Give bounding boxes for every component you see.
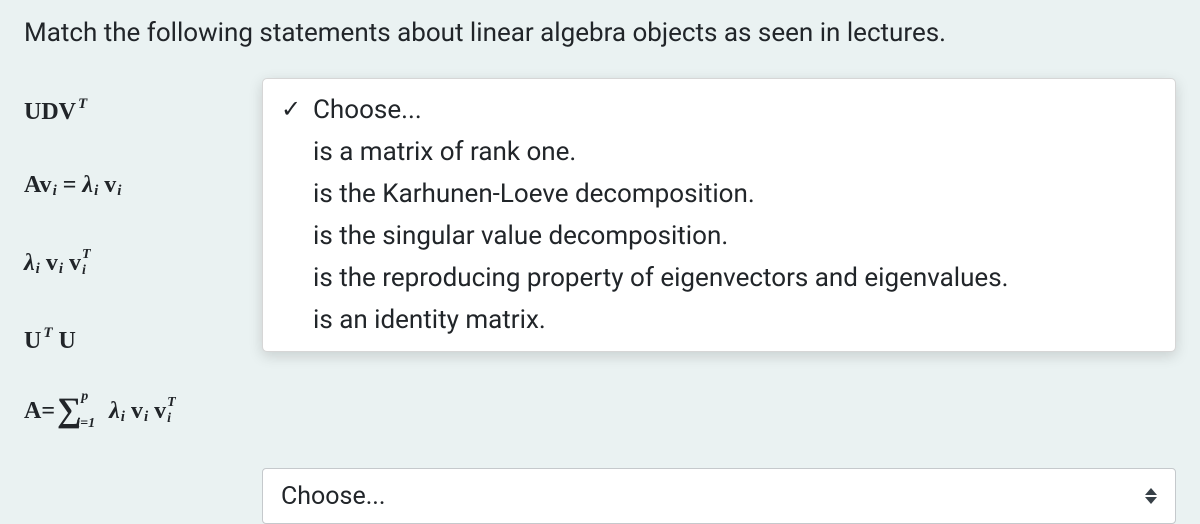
term-row: UT U (24, 302, 244, 380)
dropdown-option-reproducing[interactable]: is the reproducing property of eigenvect… (263, 257, 1175, 299)
question-container: Match the following statements about lin… (0, 0, 1200, 460)
term-row: A= ∑pi=1 λi vi v Ti (24, 380, 244, 442)
question-prompt: Match the following statements about lin… (24, 18, 1176, 48)
terms-column: UDVT Avi = λi vi λi vi v Ti (24, 78, 244, 442)
dropdown-option-identity[interactable]: is an identity matrix. (263, 299, 1175, 341)
term-rank-one: λi vi v Ti (24, 250, 91, 277)
closed-select-row5[interactable]: Choose... (262, 468, 1176, 524)
term-row: UDVT (24, 78, 244, 146)
select-spinner-icon (1145, 488, 1157, 504)
dropdown-option-choose[interactable]: Choose... (263, 89, 1175, 131)
dropdown-option-rank-one[interactable]: is a matrix of rank one. (263, 131, 1175, 173)
closed-select-label: Choose... (281, 482, 386, 511)
term-utu: UT U (24, 328, 76, 355)
term-udvt: UDVT (24, 99, 87, 126)
matching-area: UDVT Avi = λi vi λi vi v Ti (24, 78, 1176, 442)
dropdown-option-kl[interactable]: is the Karhunen-Loeve decomposition. (263, 173, 1175, 215)
answers-column: Choose... is a matrix of rank one. is th… (262, 78, 1176, 442)
term-row: Avi = λi vi (24, 146, 244, 224)
dropdown-open-panel[interactable]: Choose... is a matrix of rank one. is th… (262, 78, 1176, 352)
dropdown-option-svd[interactable]: is the singular value decomposition. (263, 215, 1175, 257)
term-kl-decomp: A= ∑pi=1 λi vi v Ti (24, 394, 176, 428)
term-eigen-equation: Avi = λi vi (24, 172, 121, 199)
term-row: λi vi v Ti (24, 224, 244, 302)
